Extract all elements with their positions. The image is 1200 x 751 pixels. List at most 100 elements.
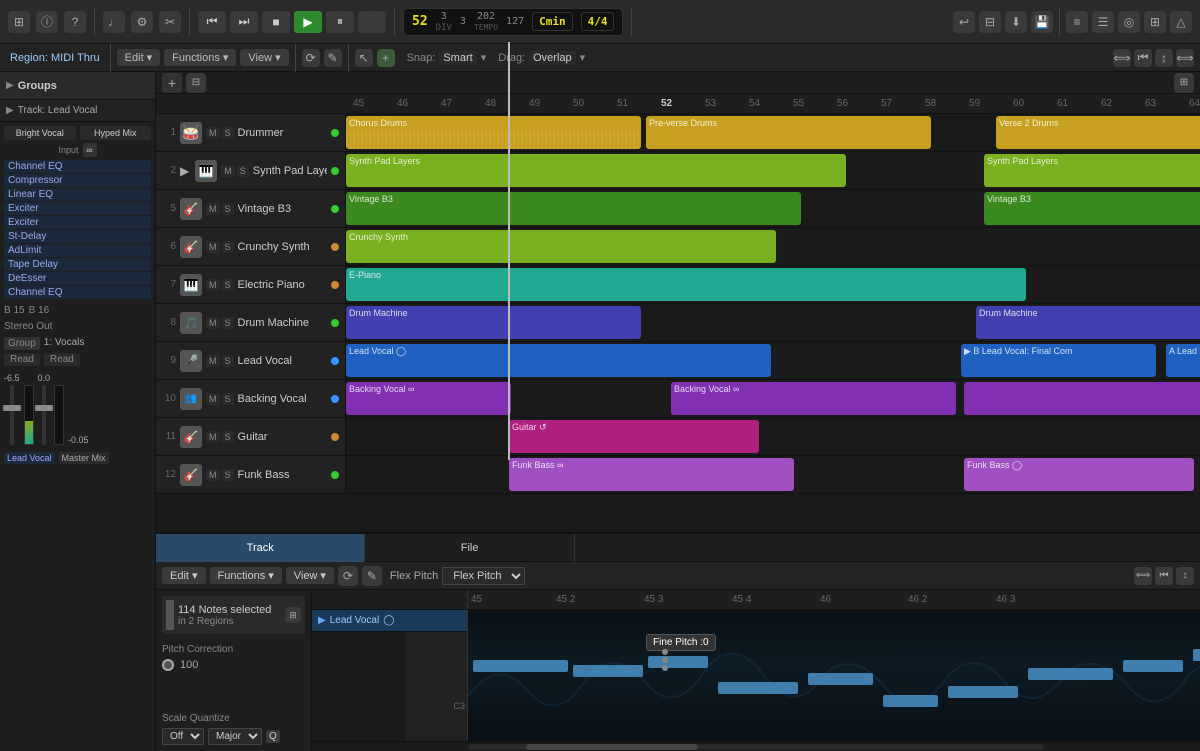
region-lead-vocal-3[interactable]: A Lead Vocal: Final Co [1166,344,1200,377]
read-button-1[interactable]: Read [4,353,40,366]
lower-loop-icon[interactable]: ⟳ [338,566,358,586]
read-button-2[interactable]: Read [44,353,80,366]
region-funk-bass-2[interactable]: Funk Bass ◯ [964,458,1194,491]
fx-compressor-2[interactable]: Linear EQ [4,188,151,201]
toolbar-icon-1[interactable]: ⊞ [8,11,30,33]
cut-icon[interactable]: ✂ [159,11,181,33]
list-view-icon[interactable]: ⊟ [186,73,206,93]
solo-lead-vocal[interactable]: S [222,355,234,367]
fader-track-1[interactable] [10,385,14,445]
redo-icon[interactable]: ⊟ [979,11,1001,33]
play-button[interactable]: ▶ [294,11,322,33]
track-content-drummer[interactable]: Chorus Drums Pre-verse Drums Verse 2 Dru… [346,114,1200,151]
lower-scroll-thumb[interactable] [526,744,699,750]
loop-icon[interactable]: ⟳ [302,49,320,67]
tab-file[interactable]: File [365,534,574,562]
pitch-note-4[interactable] [718,682,798,694]
solo-drummer[interactable]: S [222,127,234,139]
solo-backing-vocal[interactable]: S [222,393,234,405]
region-drum-machine-2[interactable]: Drum Machine [976,306,1200,339]
download-icon[interactable]: ⬇ [1005,11,1027,33]
track-content-b3[interactable]: Vintage B3 Vintage B3 [346,190,1200,227]
mute-synth[interactable]: M [221,165,235,177]
scale-q-button[interactable]: Q [266,730,280,743]
pause-button[interactable]: ⏸ [326,11,354,33]
library-icon[interactable]: ⊞ [1144,11,1166,33]
zoom-h-icon[interactable]: ⟺ [1176,49,1194,67]
lower-functions-button[interactable]: Functions ▾ [210,567,282,584]
fastforward-button[interactable]: ⏭ [230,11,258,33]
tab-track[interactable]: Track [156,534,365,562]
mute-lead-vocal[interactable]: M [206,355,220,367]
fx-deesser[interactable]: DeEsser [4,272,151,285]
pointer-icon[interactable]: ↖ [355,49,373,67]
track-content-crunchy[interactable]: Crunchy Synth [346,228,1200,265]
skip-icon[interactable]: ⏮ [1134,49,1152,67]
track-content-guitar[interactable]: Guitar ↺ [346,418,1200,455]
view-button[interactable]: View ▾ [240,49,288,66]
toolbar-icon-3[interactable]: ? [64,11,86,33]
track-content-synth[interactable]: Synth Pad Layers Synth Pad Layers [346,152,1200,189]
track-content-funk-bass[interactable]: Funk Bass ∞ Funk Bass ◯ [346,456,1200,493]
mixer-icon[interactable]: ≡ [1066,11,1088,33]
plus-icon[interactable]: + [377,49,395,67]
mute-drummer[interactable]: M [206,127,220,139]
lower-scroll-track[interactable] [468,744,1044,750]
solo-epiano[interactable]: S [222,279,234,291]
track-content-lead-vocal[interactable]: Lead Vocal ◯ ▶ B Lead Vocal: Final Com A… [346,342,1200,379]
fx-st-delay[interactable]: St-Delay [4,230,151,243]
solo-guitar[interactable]: S [222,431,234,443]
fx-adlimit[interactable]: AdLimit [4,244,151,257]
region-b3-1[interactable]: Vintage B3 [346,192,801,225]
resize-icon[interactable]: ⟺ [1113,49,1131,67]
lower-view-button[interactable]: View ▾ [286,567,334,584]
lower-pencil-icon[interactable]: ✎ [362,566,382,586]
mute-b3[interactable]: M [206,203,220,215]
region-epiano[interactable]: E-Piano [346,268,1026,301]
mute-backing-vocal[interactable]: M [206,393,220,405]
solo-crunchy[interactable]: S [222,241,234,253]
region-chorus-drums[interactable]: Chorus Drums [346,116,641,149]
fx-tape-delay[interactable]: Tape Delay [4,258,151,271]
zoom-v-icon[interactable]: ↕ [1155,49,1173,67]
pitch-note-7[interactable] [948,686,1018,698]
mute-guitar[interactable]: M [206,431,220,443]
edit-button[interactable]: Edit ▾ [117,49,161,66]
input-icon[interactable]: ∞ [83,143,97,157]
region-backing-vocal-3[interactable] [964,382,1200,415]
region-synth-pad-2[interactable]: Synth Pad Layers [984,154,1200,187]
lower-editor-main[interactable]: Fine Pitch :0 [468,610,1200,741]
smarthelp-icon[interactable]: △ [1170,11,1192,33]
pitch-note-8[interactable] [1028,668,1113,680]
fx-channel-eq-2[interactable]: Channel EQ [4,286,151,299]
functions-button[interactable]: Functions ▾ [164,49,236,66]
metronome-icon[interactable]: ♩ [103,11,125,33]
region-lead-vocal-2[interactable]: ▶ B Lead Vocal: Final Com [961,344,1156,377]
save-icon[interactable]: 💾 [1031,11,1053,33]
mute-epiano[interactable]: M [206,279,220,291]
snap-value[interactable]: Smart [439,51,476,65]
lower-skip-icon[interactable]: ⏮ [1155,567,1173,585]
fx-channel-eq-1[interactable]: Channel EQ [4,160,151,173]
record-button[interactable] [358,11,386,33]
groups-row[interactable]: ▶ Groups [0,72,155,100]
pitch-note-2[interactable] [573,665,643,677]
region-lead-vocal-1[interactable]: Lead Vocal ◯ [346,344,771,377]
scale-off-select[interactable]: Off [162,728,204,745]
track-content-backing-vocal[interactable]: Backing Vocal ∞ Backing Vocal ∞ [346,380,1200,417]
region-backing-vocal-2[interactable]: Backing Vocal ∞ [671,382,956,415]
solo-drum-machine[interactable]: S [222,317,234,329]
solo-synth[interactable]: S [237,165,249,177]
track-content-epiano[interactable]: E-Piano [346,266,1200,303]
key-display[interactable]: Cmin [532,12,573,31]
lower-edit-button[interactable]: Edit ▾ [162,567,206,584]
track-content-drum-machine[interactable]: Drum Machine Drum Machine [346,304,1200,341]
region-preverse-drums[interactable]: Pre-verse Drums [646,116,931,149]
group-button[interactable]: Group [4,337,40,350]
region-synth-pad-1[interactable]: Synth Pad Layers [346,154,846,187]
resize-tracks-icon[interactable]: ⊞ [1174,73,1194,93]
region-backing-vocal-1[interactable]: Backing Vocal ∞ [346,382,511,415]
region-crunchy[interactable]: Crunchy Synth [346,230,776,263]
pitch-note-9[interactable] [1123,660,1183,672]
fx-compressor-1[interactable]: Compressor [4,174,151,187]
